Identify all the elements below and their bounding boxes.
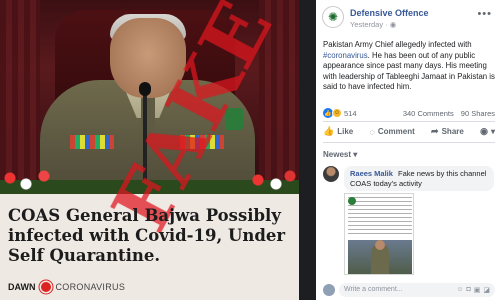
- brand-sub: CORONAVIRUS: [55, 282, 126, 292]
- write-comment-row: Write a comment... ☺ ◘ ▣ ◪: [323, 282, 495, 297]
- share-arrow-icon: ➦: [431, 126, 439, 136]
- news-photo: [0, 0, 299, 194]
- like-button[interactable]: 👍 Like: [323, 126, 353, 137]
- attached-image-text-block: [348, 197, 412, 237]
- shares-count-link[interactable]: 90 Shares: [461, 109, 495, 118]
- attached-photo-figure-head: [375, 240, 385, 250]
- virus-icon: [40, 282, 51, 292]
- share-label: Share: [441, 127, 464, 136]
- chevron-down-icon: ▾: [490, 127, 495, 136]
- dawn-logo: DAWN CORONAVIRUS: [8, 282, 125, 292]
- post-header: ✺ Defensive Offence Yesterday · ◉: [322, 6, 429, 29]
- curtain-right: [259, 0, 299, 194]
- like-label: Like: [337, 127, 354, 136]
- brand-name: DAWN: [8, 282, 36, 292]
- audience-selector[interactable]: ◉ ▾: [480, 126, 495, 137]
- shoulder-badge: [225, 108, 243, 130]
- medal-ribbons-right: [180, 135, 224, 149]
- comments-count-link[interactable]: 340 Comments: [403, 109, 454, 118]
- divider: [323, 142, 495, 143]
- camera-icon[interactable]: ◘: [467, 286, 471, 294]
- post-actions: 👍 Like ◌ Comment ➦ Share ◉ ▾: [323, 126, 495, 137]
- page-name-link[interactable]: Defensive Offence: [350, 8, 429, 18]
- divider: [323, 121, 495, 122]
- flower-arrangement: [0, 168, 299, 194]
- microphone-icon: [139, 82, 151, 96]
- sort-label: Newest: [323, 150, 352, 159]
- comment-item: Raees Malik Fake news by this channel CO…: [323, 166, 494, 191]
- comment-sort-dropdown[interactable]: Newest ▾: [323, 150, 357, 159]
- curtain-left: [0, 0, 40, 194]
- speech-bubble-icon: ◌: [369, 126, 375, 137]
- gif-icon[interactable]: ▣: [474, 286, 481, 294]
- ispr-logo: [348, 197, 356, 205]
- post-stats: 👍 ☺ 514 340 Comments 90 Shares: [323, 108, 495, 118]
- commenter-name-link[interactable]: Raees Malik: [350, 169, 393, 178]
- comment-input[interactable]: Write a comment... ☺ ◘ ▣ ◪: [339, 282, 495, 297]
- emoji-icon[interactable]: ☺: [456, 286, 463, 294]
- comment-label: Comment: [377, 127, 415, 136]
- news-card: FAKE COAS General Bajwa Possibly infecte…: [0, 0, 299, 300]
- comment-placeholder: Write a comment...: [344, 286, 403, 293]
- comment-attached-image[interactable]: [344, 193, 414, 275]
- post-time-text: Yesterday: [350, 20, 384, 29]
- reactions-summary[interactable]: 👍 ☺ 514: [323, 108, 357, 118]
- globe-icon: ◉: [480, 126, 488, 136]
- medal-ribbons-left: [70, 135, 114, 149]
- haha-reaction-icon: ☺: [332, 108, 342, 118]
- facebook-post: ✺ Defensive Offence Yesterday · ◉ ••• Pa…: [316, 0, 500, 300]
- post-text: Pakistan Army Chief allegedly infected w…: [323, 40, 495, 93]
- commenter-avatar[interactable]: [323, 166, 339, 182]
- post-timestamp[interactable]: Yesterday · ◉: [350, 20, 429, 29]
- comment-button[interactable]: ◌ Comment: [370, 127, 415, 137]
- comment-tools: ☺ ◘ ▣ ◪: [456, 286, 490, 294]
- thumbs-up-icon: 👍: [323, 126, 335, 136]
- sticker-icon[interactable]: ◪: [483, 286, 490, 294]
- comment-bubble: Raees Malik Fake news by this channel CO…: [344, 166, 494, 191]
- post-text-before: Pakistan Army Chief allegedly infected w…: [323, 40, 472, 49]
- current-user-avatar: [323, 283, 335, 296]
- hashtag-link[interactable]: #coronavirus: [323, 51, 368, 60]
- page-avatar[interactable]: ✺: [322, 6, 344, 28]
- reaction-count: 514: [344, 108, 357, 118]
- more-options-icon[interactable]: •••: [477, 8, 492, 20]
- share-button[interactable]: ➦ Share: [431, 126, 464, 137]
- chevron-down-icon: ▾: [353, 150, 358, 159]
- globe-icon: · ◉: [385, 20, 397, 29]
- news-headline: COAS General Bajwa Possibly infected wit…: [8, 206, 286, 265]
